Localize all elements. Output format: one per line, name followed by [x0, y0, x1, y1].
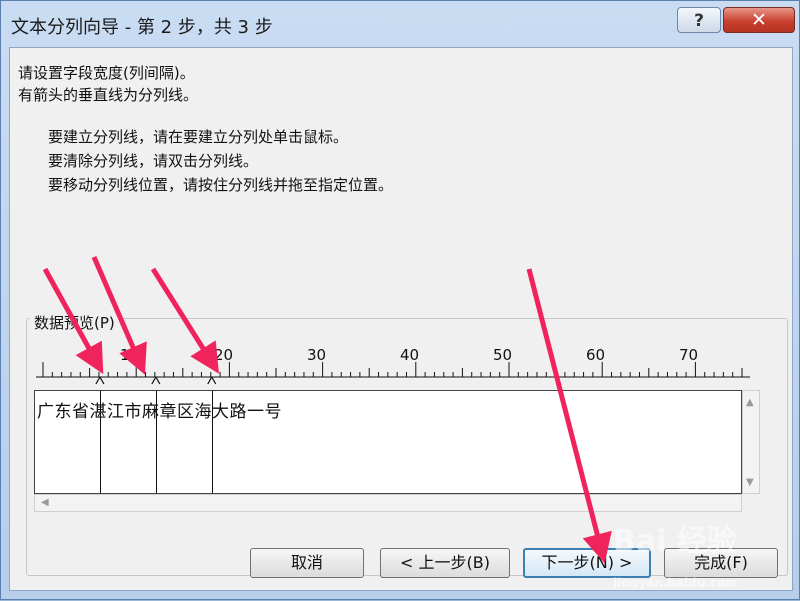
data-preview-label: 数据预览(P) [30, 312, 119, 333]
ruler-label-20: 20 [214, 346, 234, 364]
ruler-label-40: 40 [400, 346, 420, 364]
window-title: 文本分列向导 - 第 2 步，共 3 步 [11, 17, 273, 38]
scroll-up-icon[interactable]: ▲ [746, 397, 754, 408]
ruler-label-60: 60 [586, 346, 606, 364]
tip-move-break: 要移动分列线位置，请按住分列线并拖至指定位置。 [48, 176, 394, 194]
ruler-label-50: 50 [493, 346, 513, 364]
column-break-arrow-1[interactable] [95, 376, 105, 385]
back-button[interactable]: < 上一步(B) [380, 548, 510, 578]
close-button[interactable]: ✕ [723, 7, 795, 33]
title-bar[interactable]: 文本分列向导 - 第 2 步，共 3 步 ? ✕ [1, 1, 800, 47]
scroll-down-icon[interactable]: ▼ [746, 477, 754, 488]
preview-horizontal-scrollbar[interactable]: ◀ [34, 494, 742, 512]
tip-create-break: 要建立分列线，请在要建立分列处单击鼠标。 [48, 128, 349, 146]
preview-data-row: 广东省湛江市麻章区海大路一号 [37, 402, 282, 422]
baidu-watermark: Bai 经验 jingyan.baidu.com [613, 524, 738, 590]
ruler-label-30: 30 [307, 346, 327, 364]
column-break-line[interactable] [155, 391, 157, 493]
instruction-line-1: 请设置字段宽度(列间隔)。 [18, 64, 195, 82]
instruction-line-2: 有箭头的垂直线为分列线。 [18, 86, 199, 104]
text-to-columns-dialog: 文本分列向导 - 第 2 步，共 3 步 ? ✕ 请设置字段宽度(列间隔)。 有… [0, 0, 800, 600]
column-break-arrow-2[interactable] [151, 376, 161, 385]
cancel-button[interactable]: 取消 [250, 548, 364, 578]
column-ruler[interactable]: 10 20 30 40 50 60 70 [36, 344, 750, 385]
column-break-arrow-3[interactable] [207, 376, 217, 385]
ruler-label-10: 10 [120, 346, 140, 364]
data-preview-area[interactable]: 广东省湛江市麻章区海大路一号 [34, 390, 742, 494]
dialog-body: 请设置字段宽度(列间隔)。 有箭头的垂直线为分列线。 要建立分列线，请在要建立分… [9, 47, 793, 591]
scroll-left-icon[interactable]: ◀ [41, 497, 49, 508]
column-break-line[interactable] [211, 391, 213, 493]
preview-vertical-scrollbar[interactable]: ▲ ▼ [742, 390, 760, 494]
tip-clear-break: 要清除分列线，请双击分列线。 [48, 152, 259, 170]
ruler-label-70: 70 [679, 346, 699, 364]
column-break-line[interactable] [99, 391, 101, 493]
help-button[interactable]: ? [677, 7, 721, 33]
ruler-ticks [36, 362, 750, 385]
